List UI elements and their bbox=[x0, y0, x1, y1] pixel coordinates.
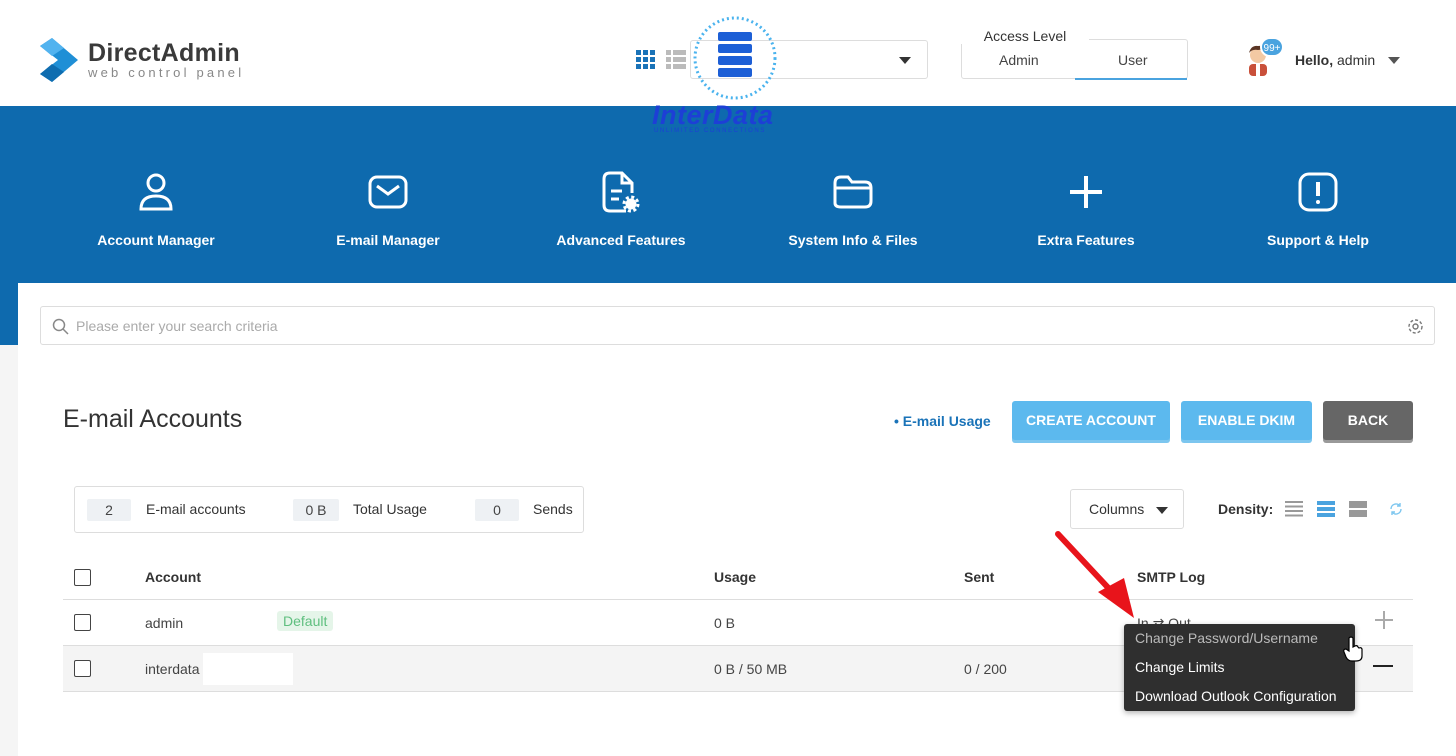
search-icon bbox=[52, 318, 69, 340]
account-sent: 0 / 200 bbox=[964, 661, 1007, 677]
nav-label: Advanced Features bbox=[556, 232, 686, 248]
nav-item-system-info[interactable]: System Info & Files bbox=[737, 168, 969, 248]
account-usage: 0 B bbox=[714, 615, 736, 631]
row-checkbox[interactable] bbox=[74, 660, 91, 677]
gear-icon[interactable] bbox=[1407, 318, 1424, 340]
create-account-button[interactable]: CREATE ACCOUNT bbox=[1012, 401, 1170, 440]
nav-item-account-manager[interactable]: Account Manager bbox=[40, 168, 272, 248]
density-comfortable-icon[interactable] bbox=[1349, 501, 1367, 522]
notification-badge[interactable]: 99+ bbox=[1260, 37, 1284, 57]
table-header: Account Usage Sent SMTP Log bbox=[63, 558, 1413, 600]
user-icon bbox=[40, 168, 272, 216]
logo-title: DirectAdmin bbox=[88, 39, 240, 67]
column-header-smtp-log[interactable]: SMTP Log bbox=[1137, 569, 1205, 585]
density-compact-icon[interactable] bbox=[1285, 501, 1303, 522]
menu-item-change-password[interactable]: Change Password/Username bbox=[1135, 630, 1318, 646]
nav-item-support-help[interactable]: Support & Help bbox=[1202, 168, 1434, 248]
watermark-brand: InterData bbox=[652, 100, 774, 130]
nav-label: System Info & Files bbox=[788, 232, 918, 248]
nav-label: Account Manager bbox=[97, 232, 215, 248]
access-level-switch: Access Level Admin User bbox=[961, 28, 1188, 80]
chevron-down-icon[interactable] bbox=[1388, 57, 1400, 64]
account-name[interactable]: interdata bbox=[145, 661, 199, 677]
nav-label: Extra Features bbox=[1037, 232, 1135, 248]
file-gear-icon bbox=[505, 168, 737, 216]
column-header-account[interactable]: Account bbox=[145, 569, 201, 585]
stat-usage-value: 0 B bbox=[293, 499, 339, 521]
user-menu[interactable]: 99+ Hello, admin bbox=[1244, 37, 1414, 80]
greeting: Hello, admin bbox=[1295, 52, 1375, 68]
row-actions-menu: Change Password/Username Change Limits D… bbox=[1124, 624, 1355, 711]
row-checkbox[interactable] bbox=[74, 614, 91, 631]
stat-sends-value: 0 bbox=[475, 499, 519, 521]
chevron-down-icon bbox=[1156, 507, 1168, 514]
minus-icon[interactable] bbox=[1373, 665, 1393, 667]
columns-label: Columns bbox=[1089, 501, 1145, 517]
plus-icon bbox=[970, 168, 1202, 216]
nav-item-extra-features[interactable]: Extra Features bbox=[970, 168, 1202, 248]
refresh-icon[interactable] bbox=[1389, 502, 1403, 521]
nav-label: Support & Help bbox=[1267, 232, 1369, 248]
nav-item-advanced-features[interactable]: Advanced Features bbox=[505, 168, 737, 248]
interdata-watermark: InterData UNLIMITED CONNECTIONS bbox=[650, 14, 806, 138]
menu-item-change-limits[interactable]: Change Limits bbox=[1135, 659, 1225, 675]
envelope-icon bbox=[272, 168, 504, 216]
menu-item-download-outlook-config[interactable]: Download Outlook Configuration bbox=[1135, 688, 1337, 704]
hand-cursor-icon bbox=[1343, 636, 1363, 667]
page-title: E-mail Accounts bbox=[63, 405, 243, 433]
exclamation-icon bbox=[1202, 168, 1434, 216]
redaction-mask bbox=[203, 653, 293, 685]
stat-accounts-label: E-mail accounts bbox=[146, 501, 246, 517]
enable-dkim-button[interactable]: ENABLE DKIM bbox=[1181, 401, 1312, 440]
account-name[interactable]: admin bbox=[145, 615, 183, 631]
default-badge: Default bbox=[277, 611, 334, 631]
column-header-usage[interactable]: Usage bbox=[714, 569, 756, 585]
access-option-admin[interactable]: Admin bbox=[999, 52, 1039, 68]
density-normal-icon[interactable] bbox=[1317, 501, 1335, 522]
email-usage-link[interactable]: • E-mail Usage bbox=[894, 413, 991, 429]
stat-accounts-value: 2 bbox=[87, 499, 131, 521]
stat-sends-label: Sends bbox=[533, 501, 573, 517]
density-label: Density: bbox=[1218, 501, 1274, 517]
directadmin-logo[interactable]: DirectAdmin web control panel bbox=[38, 36, 244, 84]
access-level-label: Access Level bbox=[961, 28, 1089, 44]
plus-icon[interactable] bbox=[1373, 609, 1395, 631]
stat-usage-label: Total Usage bbox=[353, 501, 427, 517]
folder-icon bbox=[737, 168, 969, 216]
search-bar bbox=[40, 306, 1435, 345]
account-usage: 0 B / 50 MB bbox=[714, 661, 788, 677]
back-button[interactable]: BACK bbox=[1323, 401, 1413, 440]
search-input[interactable] bbox=[76, 315, 1376, 337]
nav-item-email-manager[interactable]: E-mail Manager bbox=[272, 168, 504, 248]
username: admin bbox=[1337, 52, 1376, 68]
access-option-user[interactable]: User bbox=[1118, 52, 1148, 68]
logo-subtitle: web control panel bbox=[88, 65, 245, 80]
access-selected-indicator bbox=[1075, 78, 1187, 80]
nav-label: E-mail Manager bbox=[336, 232, 440, 248]
logo-chevron-icon bbox=[38, 36, 80, 84]
stats-summary: 2 E-mail accounts 0 B Total Usage 0 Send… bbox=[74, 486, 584, 533]
chevron-down-icon bbox=[899, 57, 911, 64]
greeting-prefix: Hello, bbox=[1295, 52, 1334, 68]
red-arrow-annotation bbox=[1050, 528, 1140, 627]
columns-dropdown[interactable]: Columns bbox=[1070, 489, 1184, 529]
select-all-checkbox[interactable] bbox=[74, 569, 91, 586]
column-header-sent[interactable]: Sent bbox=[964, 569, 994, 585]
density-options bbox=[1285, 501, 1403, 522]
watermark-tagline: UNLIMITED CONNECTIONS bbox=[654, 128, 766, 134]
